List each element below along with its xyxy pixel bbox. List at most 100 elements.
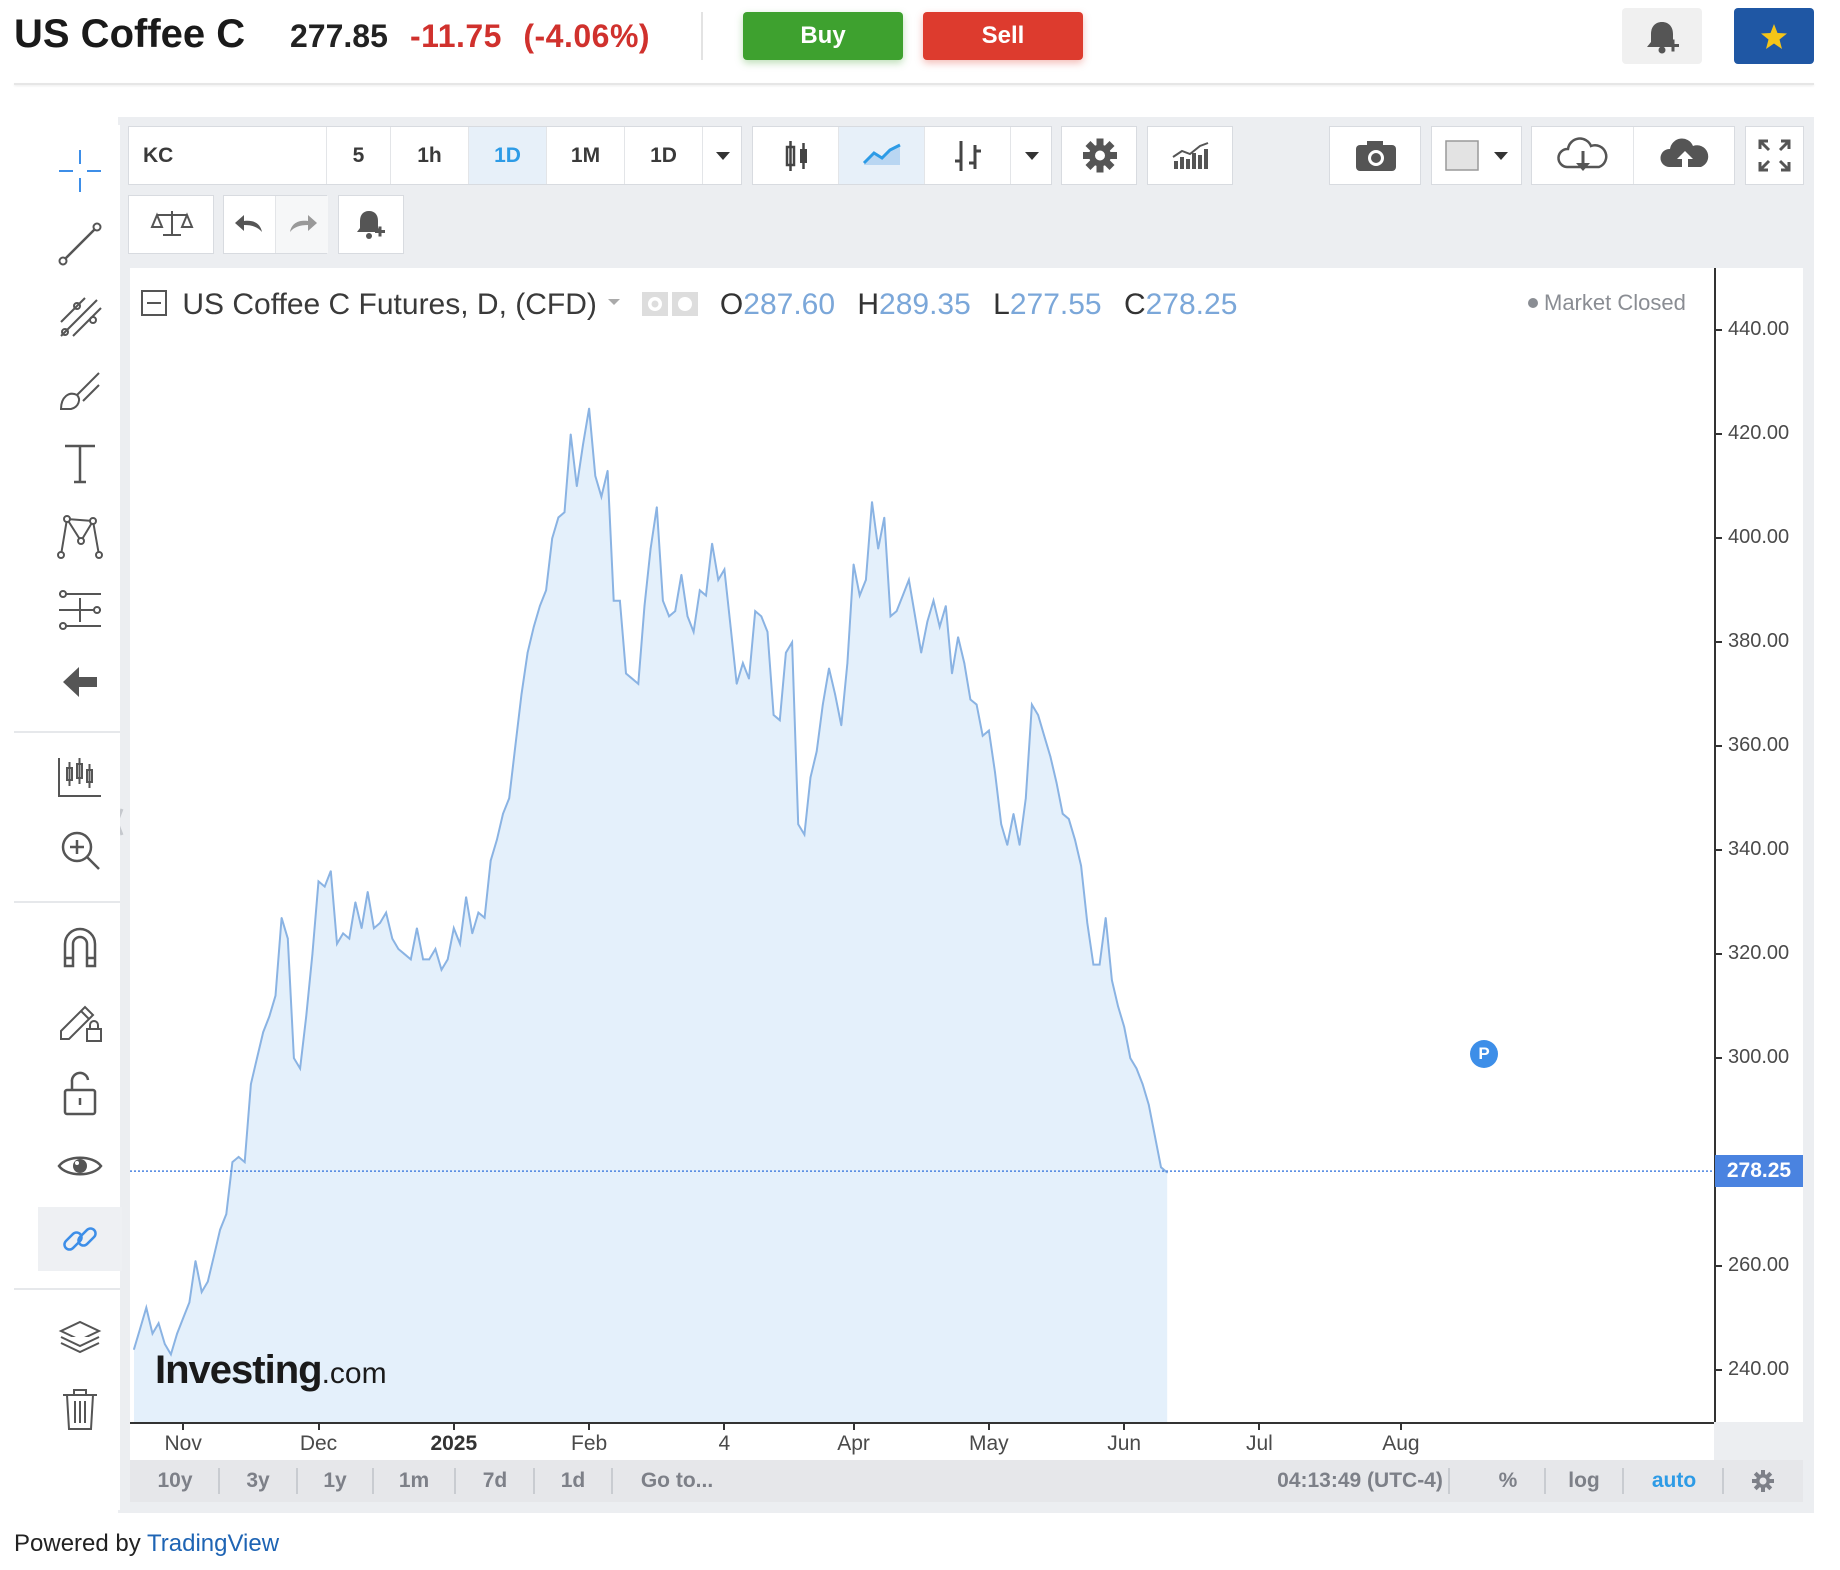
pattern-tool[interactable] — [38, 504, 122, 568]
chart-plot-area[interactable] — [130, 268, 1714, 1422]
percent-scale-toggle[interactable]: % — [1499, 1460, 1518, 1502]
auto-scale-toggle[interactable]: auto — [1652, 1460, 1696, 1502]
undo-button[interactable] — [224, 196, 276, 253]
trend-line-tool[interactable] — [38, 212, 122, 276]
snapshot-button-box[interactable] — [1329, 126, 1421, 185]
indicators-button-box[interactable] — [1147, 126, 1233, 185]
data-point — [200, 1291, 203, 1293]
range-7d[interactable]: 7d — [483, 1460, 508, 1502]
time-tick-label: May — [969, 1432, 1009, 1455]
load-chart-button[interactable] — [1532, 127, 1634, 184]
axis-settings-button[interactable] — [1750, 1460, 1776, 1502]
visibility-tool[interactable] — [38, 1134, 122, 1198]
brush-tool[interactable] — [38, 358, 122, 422]
measure-tool[interactable] — [38, 745, 122, 809]
fullscreen-button-box[interactable] — [1745, 126, 1804, 185]
price-tick-label: 380.00 — [1728, 630, 1790, 653]
buy-button[interactable]: Buy — [743, 12, 903, 60]
candles-style-button[interactable] — [753, 127, 839, 184]
zoom-tool[interactable] — [38, 818, 122, 882]
data-point — [711, 542, 713, 545]
remove-drawings-tool[interactable] — [38, 650, 122, 714]
interval-5[interactable]: 5 — [327, 127, 391, 184]
compare-button-box[interactable] — [128, 195, 214, 254]
range-1m[interactable]: 1m — [399, 1460, 429, 1502]
data-point — [852, 563, 855, 566]
data-point — [692, 631, 695, 633]
caret-down-icon[interactable] — [605, 292, 623, 312]
eye-settings-icon[interactable] — [640, 290, 704, 318]
sell-button[interactable]: Sell — [923, 12, 1083, 60]
collapse-legend-icon[interactable] — [140, 289, 168, 317]
data-point — [908, 579, 910, 581]
data-point — [508, 797, 511, 799]
text-tool[interactable] — [38, 431, 122, 495]
data-point — [139, 1327, 141, 1330]
add-alert-button[interactable] — [1622, 8, 1702, 64]
range-1y[interactable]: 1y — [323, 1460, 346, 1502]
dividend-marker[interactable]: P — [1470, 1040, 1498, 1068]
lock-all-tool[interactable] — [38, 1061, 122, 1125]
data-point — [514, 745, 517, 747]
redo-button[interactable] — [276, 196, 328, 253]
go-to-date-button[interactable]: Go to... — [641, 1460, 713, 1502]
sync-drawings-tool[interactable] — [38, 1207, 122, 1271]
color-picker-box[interactable] — [1431, 126, 1522, 185]
settings-button-box[interactable] — [1061, 126, 1137, 185]
data-point — [305, 1015, 307, 1018]
tradingview-link[interactable]: TradingView — [147, 1530, 279, 1557]
delete-drawings-tool[interactable] — [38, 1376, 122, 1440]
range-3y[interactable]: 3y — [246, 1460, 269, 1502]
header-divider — [701, 12, 703, 60]
data-point — [422, 958, 424, 961]
sidebar-divider — [14, 901, 120, 903]
data-point — [213, 1254, 215, 1257]
range-1d[interactable]: 1d — [561, 1460, 586, 1502]
data-point — [459, 943, 461, 945]
price-axis[interactable]: 440.00 420.00 400.00 380.00 360.00 340.00 320.… — [1714, 268, 1803, 1422]
interval-1m[interactable]: 1M — [547, 127, 625, 184]
save-chart-button[interactable] — [1634, 127, 1736, 184]
add-alert-box[interactable] — [338, 195, 404, 254]
price-tick — [1714, 849, 1722, 852]
object-tree-tool[interactable] — [38, 1303, 122, 1367]
data-point — [539, 605, 541, 607]
favorite-button[interactable] — [1734, 8, 1814, 64]
data-point — [1012, 813, 1015, 815]
data-point — [336, 943, 338, 945]
fib-tool[interactable] — [38, 285, 122, 349]
magnet-tool[interactable] — [38, 915, 122, 979]
data-point — [1111, 979, 1113, 981]
data-point — [766, 631, 769, 633]
star-icon — [1761, 24, 1787, 49]
prediction-tool[interactable] — [38, 577, 122, 641]
clock-timezone[interactable]: 04:13:49 (UTC-4) — [1277, 1460, 1443, 1502]
legend-close-value: 278.25 — [1145, 288, 1238, 321]
data-point — [809, 776, 812, 779]
bars-style-button[interactable] — [925, 127, 1011, 184]
data-point — [631, 677, 633, 680]
interval-1d[interactable]: 1D — [469, 127, 547, 184]
area-style-button[interactable] — [839, 127, 925, 184]
log-scale-toggle[interactable]: log — [1568, 1460, 1600, 1502]
interval-dropdown[interactable] — [703, 127, 743, 184]
legend-symbol-name[interactable]: US Coffee C Futures, D, (CFD) — [182, 288, 597, 321]
data-point — [729, 625, 732, 628]
time-axis[interactable]: Nov Dec 2025 Feb 4 Apr May Jun Jul Aug — [130, 1422, 1714, 1460]
data-point — [988, 729, 990, 732]
crosshair-tool[interactable] — [38, 139, 122, 203]
data-point — [317, 880, 320, 883]
symbol-search[interactable]: KC — [129, 127, 327, 184]
chart-style-dropdown[interactable] — [1011, 127, 1053, 184]
data-point — [287, 937, 289, 940]
data-point — [1037, 714, 1039, 716]
interval-1d-alt[interactable]: 1D — [625, 127, 703, 184]
trend-line-icon — [58, 222, 102, 266]
trash-icon — [63, 1389, 97, 1430]
interval-1h[interactable]: 1h — [391, 127, 469, 184]
range-10y[interactable]: 10y — [157, 1460, 192, 1502]
data-point — [502, 813, 504, 815]
data-point — [391, 937, 394, 940]
lock-drawing-tool[interactable] — [38, 988, 122, 1052]
cloud-upload-icon — [1660, 138, 1709, 168]
